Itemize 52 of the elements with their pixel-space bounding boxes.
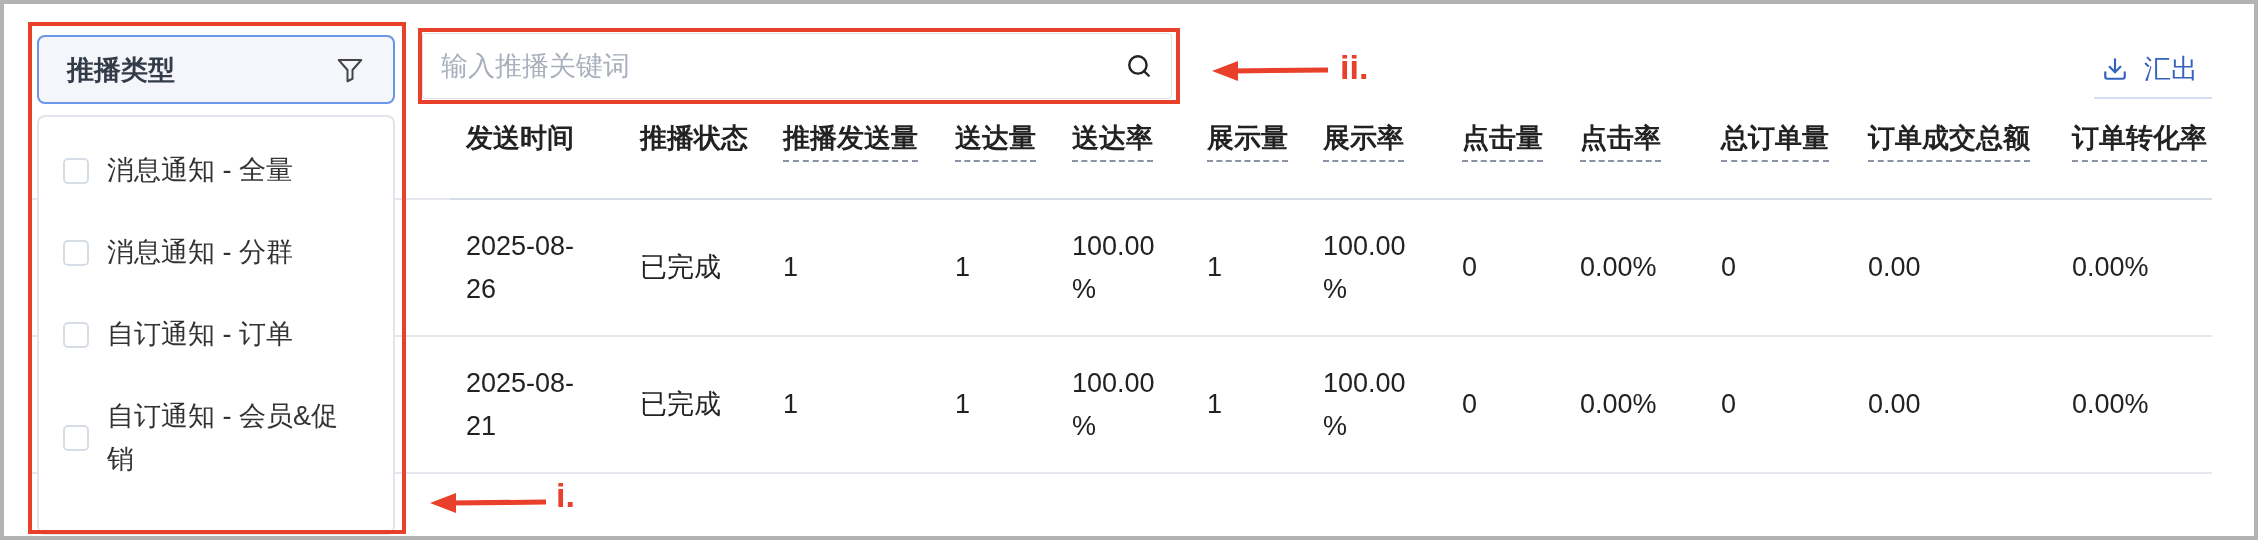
checkbox[interactable] (63, 425, 89, 451)
filter-button[interactable]: 推播类型 (37, 35, 395, 104)
table-cell-text: 0.00 (1868, 388, 1921, 421)
column-header: 总订单量 (1721, 120, 1829, 162)
table-cell-text: 100.00% (1323, 229, 1407, 306)
search-icon (1126, 53, 1152, 79)
table-cell-text: 1 (955, 251, 971, 284)
table-cell-text: 100.00% (1323, 366, 1407, 443)
filter-option[interactable]: 消息通知 - 分群 (63, 231, 393, 274)
search-field[interactable]: 输入推播关键词 (422, 33, 1172, 99)
column-header: 发送时间 (466, 122, 574, 155)
table-cell-text: 0 (1462, 251, 1478, 284)
filter-option[interactable]: 自订通知 - 订单 (63, 313, 393, 356)
table-cell-text: 0 (1721, 251, 1737, 284)
column-header: 送达率 (1072, 120, 1153, 162)
column-header: 点击量 (1462, 120, 1543, 162)
table-cell-text: 0 (1721, 388, 1737, 421)
table-cell-text: 1 (955, 388, 971, 421)
annotation-label: ii. (1340, 48, 1369, 87)
checkbox[interactable] (63, 239, 89, 266)
table-cell-text: 已完成 (640, 251, 721, 284)
column-header: 推播发送量 (783, 120, 918, 162)
column-header: 推播状态 (640, 122, 748, 155)
filter-option[interactable]: 自订通知 - 会员&促销 (63, 395, 393, 481)
table-cell-text: 1 (1207, 251, 1223, 284)
table-cell-text: 100.00% (1072, 229, 1156, 306)
filter-title: 推播类型 (67, 53, 175, 87)
table-cell-text: 0.00% (1580, 388, 1657, 421)
column-header: 展示率 (1323, 120, 1404, 162)
table-cell-text: 1 (783, 388, 799, 421)
table-cell-text: 2025-08-26 (466, 229, 576, 306)
table-cell-text: 0.00 (1868, 251, 1921, 284)
checkbox[interactable] (63, 321, 89, 348)
export-button[interactable]: 汇出 (2094, 47, 2212, 99)
table-cell-text: 1 (1207, 388, 1223, 421)
column-header: 展示量 (1207, 120, 1288, 162)
column-header: 订单转化率 (2072, 120, 2207, 162)
table-cell-text: 0 (1462, 388, 1478, 421)
table-cell-text: 已完成 (640, 388, 721, 421)
table-cell-text: 1 (783, 251, 799, 284)
column-header: 点击率 (1580, 120, 1661, 162)
table-cell-text: 2025-08-21 (466, 366, 576, 443)
table-cell-text: 0.00% (2072, 251, 2149, 284)
annotation-label: i. (556, 476, 575, 515)
filter-option[interactable]: 消息通知 - 全量 (63, 149, 393, 192)
table-cell-text: 0.00% (2072, 388, 2149, 421)
column-header: 订单成交总额 (1868, 120, 2030, 162)
download-icon (2102, 56, 2128, 82)
column-header: 送达量 (955, 120, 1036, 162)
table-cell-text: 0.00% (1580, 251, 1657, 284)
table-cell-text: 100.00% (1072, 366, 1156, 443)
checkbox[interactable] (63, 157, 89, 184)
